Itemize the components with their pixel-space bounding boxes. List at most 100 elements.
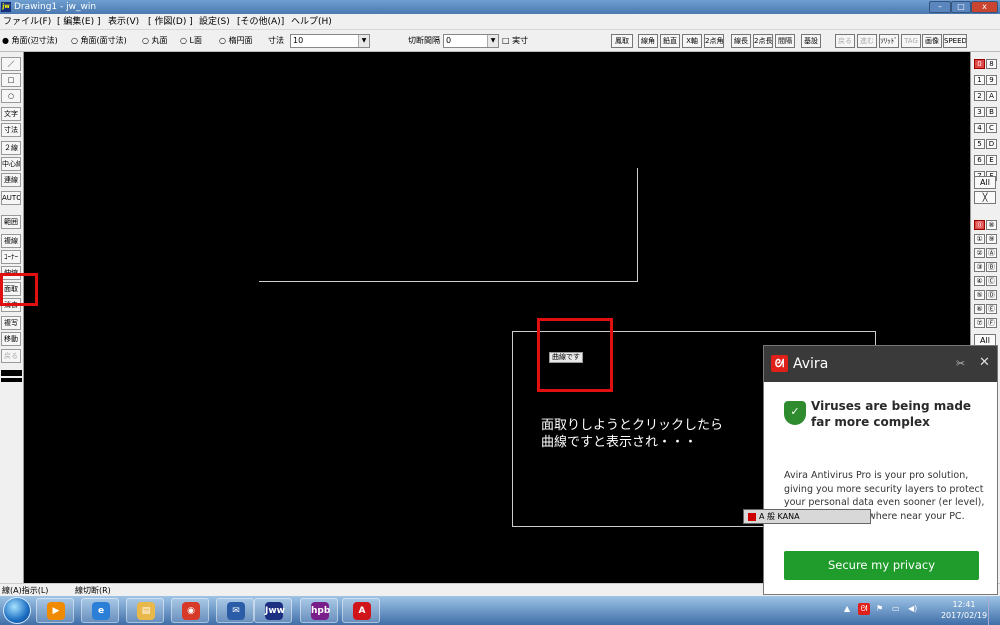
maximize-button[interactable]: □ (951, 1, 971, 13)
tool-copy[interactable]: 複写 (1, 316, 21, 330)
tool-dimension[interactable]: 寸法 (1, 123, 21, 137)
layer-c[interactable]: Ⓒ (986, 276, 997, 286)
layer-7[interactable]: ⑦ (974, 318, 985, 328)
pin-icon[interactable]: ✂ (956, 356, 965, 372)
tool-move[interactable]: 移動 (1, 332, 21, 346)
layer-group-all[interactable]: All (974, 176, 996, 189)
tool-parallel-line[interactable]: 複線 (1, 234, 21, 248)
taskbar-app-button[interactable]: e (81, 598, 119, 623)
menu-help[interactable]: ヘルプ(H) (291, 16, 332, 28)
layer-f[interactable]: Ⓕ (986, 318, 997, 328)
taskbar-app-button[interactable]: Jww (254, 598, 292, 623)
layer-group-2[interactable]: 2 (974, 91, 985, 101)
solid-button[interactable]: ｿﾘｯﾄﾞ (879, 34, 899, 48)
menu-settings[interactable]: 設定(S) (199, 16, 230, 28)
avira-tray-icon[interactable]: ᘛ (858, 603, 870, 615)
clock-date[interactable]: 2017/02/19 (934, 611, 994, 620)
tb-button-0[interactable]: 鳳取 (611, 34, 633, 48)
layer-e[interactable]: Ⓔ (986, 304, 997, 314)
tb-button-8[interactable]: 基設 (801, 34, 821, 48)
show-desktop-button[interactable] (988, 597, 1000, 625)
speed-button[interactable]: SPEED (943, 34, 967, 48)
taskbar-app-button[interactable]: ▤ (126, 598, 164, 623)
tool-corner[interactable]: ｺｰﾅｰ (1, 250, 21, 264)
option-corner-side[interactable]: ● 角面(辺寸法) (2, 35, 58, 47)
tb-button-6[interactable]: 2点長 (753, 34, 773, 48)
line-color-swatch[interactable] (1, 370, 22, 376)
secure-privacy-button[interactable]: Secure my privacy (784, 551, 979, 580)
layer-4[interactable]: ④ (974, 276, 985, 286)
layer-1[interactable]: ① (974, 234, 985, 244)
option-round[interactable]: ○ 丸面 (142, 35, 168, 47)
tag-button[interactable]: TAG (901, 34, 921, 48)
redo-button[interactable]: 進む (857, 34, 877, 48)
layer-a[interactable]: Ⓐ (986, 248, 997, 258)
tool-text[interactable]: 文字 (1, 107, 21, 121)
layer-group-6[interactable]: 6 (974, 155, 985, 165)
tb-button-5[interactable]: 線長 (731, 34, 751, 48)
start-button[interactable] (3, 597, 31, 624)
layer-d[interactable]: Ⓓ (986, 290, 997, 300)
menu-edit[interactable]: [ 編集(E) ] (57, 16, 100, 28)
menu-file[interactable]: ファイル(F) (3, 16, 51, 28)
layer-9[interactable]: ⑨ (986, 234, 997, 244)
tool-center-line[interactable]: 中心線 (1, 157, 21, 171)
layer-2[interactable]: ② (974, 248, 985, 258)
option-l-face[interactable]: ○ L面 (180, 35, 202, 47)
image-button[interactable]: 画像 (922, 34, 942, 48)
minimize-button[interactable]: – (929, 1, 951, 13)
tool-auto[interactable]: AUTO (1, 191, 21, 205)
tb-button-1[interactable]: 線角 (638, 34, 658, 48)
layer-0[interactable]: ⓪ (974, 220, 985, 230)
tool-double-line[interactable]: ２線 (1, 141, 21, 155)
dimension-select[interactable]: 10 ▼ (290, 34, 370, 48)
option-corner-face[interactable]: ○ 角面(面寸法) (71, 35, 127, 47)
layer-group-3[interactable]: 3 (974, 107, 985, 117)
taskbar-app-button[interactable]: A (342, 598, 380, 623)
actual-size-checkbox[interactable]: □ 実寸 (502, 35, 528, 47)
taskbar-app-button[interactable]: ◉ (171, 598, 209, 623)
clock-time[interactable]: 12:41 (944, 600, 984, 609)
layer-group-0[interactable]: 0 (974, 59, 985, 69)
close-icon[interactable]: ✕ (979, 355, 990, 371)
tb-button-4[interactable]: 2点角 (704, 34, 724, 48)
layer-group-b[interactable]: B (986, 107, 997, 117)
line-type-swatch[interactable] (1, 378, 22, 382)
network-icon[interactable]: ▭ (892, 604, 900, 613)
tool-rectangle[interactable]: □ (1, 73, 21, 87)
tool-continuous-line[interactable]: 連線 (1, 173, 21, 187)
tb-button-7[interactable]: 間隔 (775, 34, 795, 48)
layer-group-a[interactable]: A (986, 91, 997, 101)
undo-button[interactable]: 戻る (835, 34, 855, 48)
tb-button-3[interactable]: X軸 (682, 34, 702, 48)
layer-group-d[interactable]: D (986, 139, 997, 149)
layer-group-4[interactable]: 4 (974, 123, 985, 133)
layer-group-5[interactable]: 5 (974, 139, 985, 149)
menu-other[interactable]: [その他(A)] (237, 16, 284, 28)
taskbar-app-button[interactable]: ✉ (216, 598, 254, 623)
layer-group-clear[interactable]: ╳ (974, 191, 996, 204)
layer-group-9[interactable]: 9 (986, 75, 997, 85)
tray-expand-icon[interactable]: ▲ (844, 604, 850, 613)
flag-icon[interactable]: ⚑ (876, 604, 883, 613)
layer-group-8[interactable]: 8 (986, 59, 997, 69)
option-ellipse[interactable]: ○ 楕円面 (219, 35, 253, 47)
menu-draw[interactable]: [ 作図(D) ] (148, 16, 193, 28)
layer-group-e[interactable]: E (986, 155, 997, 165)
layer-3[interactable]: ③ (974, 262, 985, 272)
ime-language-bar[interactable]: A 般 KANA (743, 509, 871, 524)
layer-b[interactable]: Ⓑ (986, 262, 997, 272)
tool-circle[interactable]: ○ (1, 89, 21, 103)
tool-range[interactable]: 範囲 (1, 215, 21, 229)
cut-interval-select[interactable]: 0 ▼ (443, 34, 499, 48)
layer-8[interactable]: ⑧ (986, 220, 997, 230)
tool-undo[interactable]: 戻る (1, 349, 21, 363)
layer-6[interactable]: ⑥ (974, 304, 985, 314)
layer-group-c[interactable]: C (986, 123, 997, 133)
menu-view[interactable]: 表示(V) (108, 16, 139, 28)
layer-5[interactable]: ⑤ (974, 290, 985, 300)
volume-icon[interactable]: ◀) (908, 604, 917, 613)
tb-button-2[interactable]: 鉛直 (660, 34, 680, 48)
layer-group-1[interactable]: 1 (974, 75, 985, 85)
taskbar-app-button[interactable]: hpb (300, 598, 338, 623)
